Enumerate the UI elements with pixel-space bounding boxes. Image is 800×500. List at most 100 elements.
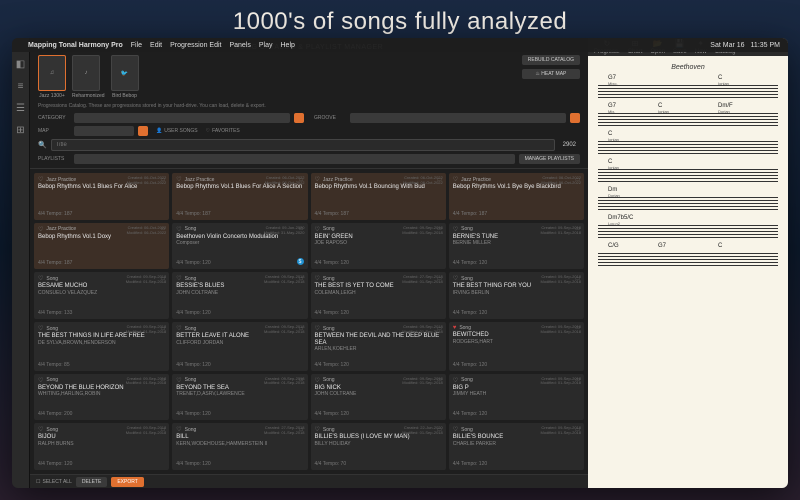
favorite-heart-icon[interactable]: ♡ [315,176,320,183]
favorite-heart-icon[interactable]: ♡ [176,275,181,282]
category-select[interactable] [74,113,290,123]
menu-progression-edit[interactable]: Progression Edit [170,42,221,49]
song-card[interactable]: ♡ Song ▭ BEYOND THE SEA TRENET,D,ASRV,LA… [172,374,307,421]
card-composer: RALPH BURNS [38,442,165,448]
catalog-thumb-jazz[interactable]: ♫ [38,55,66,91]
song-card[interactable]: ♡ Jazz Practice ▭ Bebop Rhythms Vol.1 By… [449,173,584,220]
favorite-heart-icon[interactable]: ♡ [38,426,43,433]
category-clear[interactable] [294,113,304,123]
song-card[interactable]: ♡ Song ▭ BIG P JIMMY HEATH Created: 09-S… [449,374,584,421]
favorite-heart-icon[interactable]: ♡ [453,426,458,433]
card-dates: Created: 06-Oct-2022Modified: 06-Oct-202… [265,176,305,186]
favorite-heart-icon[interactable]: ♡ [176,426,181,433]
menu-edit[interactable]: Edit [150,42,162,49]
map-select[interactable] [74,126,134,136]
song-card[interactable]: ♡ Song ▭ BILLIE'S BOUNCE CHARLIE PARKER … [449,423,584,470]
user-songs-toggle[interactable]: 👤 USER SONGS [156,128,198,134]
card-composer: Composer [176,241,303,247]
favorite-heart-icon[interactable]: ♡ [176,377,181,384]
song-card[interactable]: ♡ Song ▭ BIJOU RALPH BURNS Created: 09-S… [34,423,169,470]
card-dates: Created: 09-Sep-2018Modified: 01-Sep-201… [402,377,442,387]
favorite-heart-icon[interactable]: ♡ [315,275,320,282]
song-card[interactable]: ♡ Song ▭ BERNIE'S TUNE BERNIE MILLER Cre… [449,223,584,270]
menu-help[interactable]: Help [281,42,295,49]
favorite-heart-icon[interactable]: ♡ [315,426,320,433]
favorite-heart-icon[interactable]: ♡ [38,275,43,282]
rail-icon-3[interactable]: ☰ [15,102,27,114]
card-dates: Created: 09-Sep-2018Modified: 01-Sep-201… [402,325,442,335]
favorite-heart-icon[interactable]: ♡ [38,377,43,384]
card-tempo: 4/4 Tempo: 187 [38,211,165,217]
card-tempo: 4/4 Tempo: 120 [176,260,303,266]
song-card[interactable]: ♡ Song ▭ BETWEEN THE DEVIL AND THE DEEP … [311,322,446,370]
song-grid[interactable]: ♡ Jazz Practice ▭ Bebop Rhythms Vol.1 Bl… [30,169,588,474]
song-card[interactable]: ♡ Song ▭ THE BEST IS YET TO COME COLEMAN… [311,272,446,319]
staff-system: G7Mixo.CIonian [598,77,778,99]
favorites-toggle[interactable]: ♡ FAVORITES [206,128,240,134]
menu-file[interactable]: File [131,42,142,49]
song-card[interactable]: ♡ Song ▭ THE BEST THING FOR YOU IRVING B… [449,272,584,319]
song-card[interactable]: ♡ Song ▭ BILLIE'S BLUES (I LOVE MY MAN) … [311,423,446,470]
menu-play[interactable]: Play [259,42,273,49]
favorite-heart-icon[interactable]: ♡ [38,176,43,183]
card-tag: Song [185,326,197,332]
song-card[interactable]: ♡ Song ▭ THE BEST THINGS IN LIFE ARE FRE… [34,322,169,370]
card-tempo: 4/4 Tempo: 120 [453,461,580,467]
card-tag: Jazz Practice [46,177,76,183]
score-body[interactable]: Beethoven G7Mixo.CIonianG7Mix.CIonianDm/… [588,56,788,488]
song-card[interactable]: ♡ Jazz Practice ▭ Bebop Rhythms Vol.1 Do… [34,223,169,270]
song-card[interactable]: ♡ Song ▭ BETTER LEAVE IT ALONE CLIFFORD … [172,322,307,370]
song-card[interactable]: ♥ Song ▭ BEWITCHED RODGERS,HART Created:… [449,322,584,370]
favorite-heart-icon[interactable]: ♡ [453,226,458,233]
favorite-heart-icon[interactable]: ♡ [176,176,181,183]
score-panel: ↻Progress.⊞Chart📂Open💾Save✦New⊕Catalog B… [588,38,788,488]
favorite-heart-icon[interactable]: ♡ [38,226,43,233]
favorite-heart-icon[interactable]: ♡ [453,377,458,384]
song-card[interactable]: ♡ Song ▭ BEIN' GREEN JOE RAPOSO Created:… [311,223,446,270]
title-search-input[interactable] [51,139,555,151]
playlist-select[interactable] [74,154,515,164]
rail-icon-4[interactable]: ⊞ [15,124,27,136]
card-tempo: 4/4 Tempo: 120 [453,362,580,368]
song-card[interactable]: ♡ Jazz Practice ▭ Bebop Rhythms Vol.1 Bo… [311,173,446,220]
song-card[interactable]: ♡ Song ▭ BESSIE'S BLUES JOHN COLTRANE Cr… [172,272,307,319]
card-dates: Created: 06-Oct-2022Modified: 06-Oct-202… [541,176,581,186]
map-clear[interactable] [138,126,148,136]
song-card[interactable]: ♡ Song ▭ BILL KERN,WODEHOUSE,HAMMERSTEIN… [172,423,307,470]
song-card[interactable]: ♡ Song ▭ Beethoven Violin Concerto Modul… [172,223,307,270]
song-card[interactable]: ♡ Song ▭ BIG NICK JOHN COLTRANE Created:… [311,374,446,421]
song-card[interactable]: ♡ Jazz Practice ▭ Bebop Rhythms Vol.1 Bl… [34,173,169,220]
export-button[interactable]: EXPORT [111,477,143,487]
favorite-heart-icon[interactable]: ♡ [38,325,43,332]
favorite-heart-icon[interactable]: ♡ [453,176,458,183]
favorite-heart-icon[interactable]: ♡ [453,275,458,282]
catalog-thumb-reharm[interactable]: ♪ [72,55,100,91]
card-title: BETWEEN THE DEVIL AND THE DEEP BLUE SEA [315,333,442,346]
select-all-checkbox[interactable]: ☐ SELECT ALL [36,479,72,485]
card-dates: Created: 09-Sep-2018Modified: 01-Sep-201… [126,325,166,335]
rail-icon-1[interactable]: ◧ [15,58,27,70]
manage-playlists-button[interactable]: MANAGE PLAYLISTS [519,154,580,164]
favorite-heart-icon[interactable]: ♡ [176,226,181,233]
rail-icon-2[interactable]: ≡ [15,80,27,92]
card-tempo: 4/4 Tempo: 120 [453,260,580,266]
favorite-heart-icon[interactable]: ♡ [315,226,320,233]
delete-button[interactable]: DELETE [76,477,107,487]
favorite-heart-icon[interactable]: ♥ [453,325,457,331]
rebuild-catalog-button[interactable]: REBUILD CATALOG [522,55,580,65]
groove-select[interactable] [350,113,566,123]
favorite-heart-icon[interactable]: ♡ [315,377,320,384]
groove-clear[interactable] [570,113,580,123]
app-name[interactable]: Mapping Tonal Harmony Pro [28,42,123,49]
menu-panels[interactable]: Panels [229,42,250,49]
card-tempo: 4/4 Tempo: 187 [38,260,165,266]
purchase-badge-icon[interactable]: $ [297,258,304,265]
catalog-thumb-bird[interactable]: 🐦 [111,55,139,91]
favorite-heart-icon[interactable]: ♡ [315,325,320,332]
card-dates: Created: 06-Oct-2022Modified: 06-Oct-202… [403,176,443,186]
heatmap-button[interactable]: ♨ HEAT MAP [522,69,580,79]
song-card[interactable]: ♡ Song ▭ BESAME MUCHO CONSUELO VELAZQUEZ… [34,272,169,319]
song-card[interactable]: ♡ Jazz Practice ▭ Bebop Rhythms Vol.1 Bl… [172,173,307,220]
song-card[interactable]: ♡ Song ▭ BEYOND THE BLUE HORIZON WHITING… [34,374,169,421]
favorite-heart-icon[interactable]: ♡ [176,325,181,332]
